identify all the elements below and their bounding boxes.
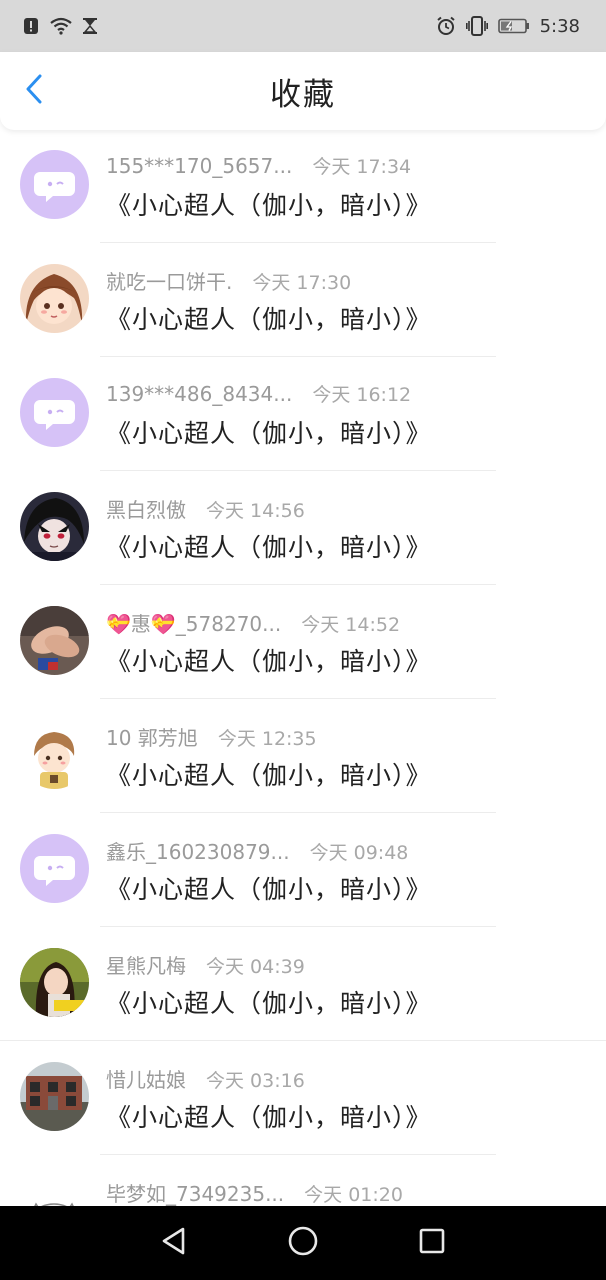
list-item[interactable]: 星熊凡梅 今天 04:39 《小心超人（伽小，暗小）》 — [0, 928, 606, 1042]
item-time: 今天 04:39 — [206, 956, 305, 978]
status-bar-left — [22, 17, 98, 35]
item-meta: 鑫乐_160230879... 今天 09:48 — [106, 836, 408, 864]
user-name[interactable]: 星熊凡梅 — [106, 950, 186, 979]
divider — [100, 470, 496, 471]
item-time: 今天 01:20 — [304, 1184, 403, 1206]
list-item[interactable]: 💝惠💝_578270... 今天 14:52 《小心超人（伽小，暗小）》 — [0, 586, 606, 700]
item-time: 今天 14:52 — [301, 614, 401, 636]
item-time: 今天 17:34 — [312, 156, 412, 178]
list-item[interactable]: 惜儿姑娘 今天 03:16 《小心超人（伽小，暗小）》 — [0, 1042, 606, 1156]
page-title: 收藏 — [270, 76, 336, 113]
user-name[interactable]: 10 郭芳旭 — [106, 722, 198, 751]
divider — [100, 1154, 496, 1155]
nav-home-button[interactable] — [273, 1213, 333, 1273]
top-bar: 收藏 — [0, 52, 606, 130]
item-content[interactable]: 《小心超人（伽小，暗小）》 — [106, 300, 432, 336]
item-time: 今天 09:48 — [309, 842, 409, 864]
default-avatar[interactable] — [20, 150, 89, 219]
divider — [100, 356, 496, 357]
divider — [100, 926, 496, 927]
list-item[interactable]: 就吃一口饼干. 今天 17:30 《小心超人（伽小，暗小）》 — [0, 244, 606, 358]
vibrate-icon — [465, 16, 488, 36]
user-avatar[interactable] — [20, 1062, 89, 1131]
item-meta: 💝惠💝_578270... 今天 14:52 — [106, 608, 400, 636]
user-avatar[interactable] — [20, 264, 89, 333]
default-avatar[interactable] — [20, 378, 89, 447]
status-bar-right: 5:38 — [436, 16, 580, 37]
divider — [100, 242, 496, 243]
list-item[interactable]: 139***486_8434... 今天 16:12 《小心超人（伽小，暗小）》 — [0, 358, 606, 472]
item-content[interactable]: 《小心超人（伽小，暗小）》 — [106, 1098, 432, 1134]
battery-icon — [497, 18, 530, 34]
user-name[interactable]: 139***486_8434... — [106, 382, 292, 406]
recents-square-icon — [418, 1227, 446, 1259]
item-meta: 惜儿姑娘 今天 03:16 — [106, 1064, 305, 1092]
user-name[interactable]: 155***170_5657... — [106, 154, 292, 178]
nav-recents-button[interactable] — [402, 1213, 462, 1273]
user-avatar[interactable] — [20, 606, 89, 675]
item-meta: 星熊凡梅 今天 04:39 — [106, 950, 305, 978]
divider — [100, 698, 496, 699]
item-meta: 就吃一口饼干. 今天 17:30 — [106, 266, 351, 294]
item-time: 今天 03:16 — [206, 1070, 305, 1092]
divider — [100, 812, 496, 813]
item-content[interactable]: 《小心超人（伽小，暗小）》 — [106, 984, 432, 1020]
user-name[interactable]: 就吃一口饼干. — [106, 266, 232, 295]
list-item[interactable]: 毕梦如_7349235... 今天 01:20 — [0, 1156, 606, 1206]
list-item[interactable]: 鑫乐_160230879... 今天 09:48 《小心超人（伽小，暗小）》 — [0, 814, 606, 928]
divider — [0, 1040, 606, 1041]
user-name[interactable]: 鑫乐_160230879... — [106, 836, 290, 865]
item-time: 今天 16:12 — [312, 384, 412, 406]
user-avatar[interactable] — [20, 492, 89, 561]
default-avatar[interactable] — [20, 834, 89, 903]
item-content[interactable]: 《小心超人（伽小，暗小）》 — [106, 528, 432, 564]
user-name[interactable]: 毕梦如_7349235... — [106, 1178, 284, 1206]
item-time: 今天 12:35 — [217, 728, 317, 750]
item-meta: 黑白烈傲 今天 14:56 — [106, 494, 305, 522]
list-item[interactable]: 155***170_5657... 今天 17:34 《小心超人（伽小，暗小）》 — [0, 130, 606, 244]
user-name[interactable]: 惜儿姑娘 — [106, 1064, 186, 1093]
item-content[interactable]: 《小心超人（伽小，暗小）》 — [106, 186, 432, 222]
alert-icon — [22, 17, 40, 35]
divider — [100, 584, 496, 585]
item-content[interactable]: 《小心超人（伽小，暗小）》 — [106, 756, 432, 792]
item-meta: 139***486_8434... 今天 16:12 — [106, 380, 411, 408]
nav-back-button[interactable] — [144, 1213, 204, 1273]
alarm-icon — [436, 16, 456, 36]
list-item[interactable]: 黑白烈傲 今天 14:56 《小心超人（伽小，暗小）》 — [0, 472, 606, 586]
chevron-left-icon — [25, 74, 43, 108]
hourglass-icon — [82, 17, 98, 35]
status-bar: 5:38 — [0, 0, 606, 52]
item-time: 今天 17:30 — [252, 272, 352, 294]
item-content[interactable]: 《小心超人（伽小，暗小）》 — [106, 870, 432, 906]
user-avatar[interactable] — [20, 1176, 89, 1206]
back-triangle-icon — [159, 1226, 189, 1260]
item-content[interactable]: 《小心超人（伽小，暗小）》 — [106, 414, 432, 450]
system-nav-bar — [0, 1206, 606, 1280]
favorites-list[interactable]: 155***170_5657... 今天 17:34 《小心超人（伽小，暗小）》… — [0, 130, 606, 1206]
item-meta: 10 郭芳旭 今天 12:35 — [106, 722, 317, 750]
item-content[interactable]: 《小心超人（伽小，暗小）》 — [106, 642, 432, 678]
status-time: 5:38 — [539, 15, 580, 37]
user-name[interactable]: 💝惠💝_578270... — [106, 608, 281, 637]
item-meta: 155***170_5657... 今天 17:34 — [106, 152, 411, 180]
user-name[interactable]: 黑白烈傲 — [106, 494, 186, 523]
item-meta: 毕梦如_7349235... 今天 01:20 — [106, 1178, 403, 1206]
list-item[interactable]: 10 郭芳旭 今天 12:35 《小心超人（伽小，暗小）》 — [0, 700, 606, 814]
wifi-icon — [50, 17, 72, 35]
home-circle-icon — [287, 1225, 319, 1261]
user-avatar[interactable] — [20, 720, 89, 789]
user-avatar[interactable] — [20, 948, 89, 1017]
item-time: 今天 14:56 — [206, 500, 305, 522]
back-button[interactable] — [18, 70, 50, 112]
